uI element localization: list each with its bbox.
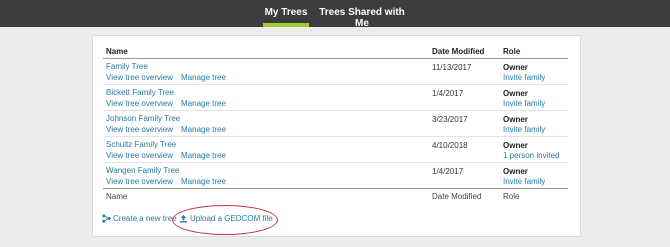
tree-name-link[interactable]: Bickett Family Tree bbox=[106, 88, 174, 97]
column-footer-date: Date Modified bbox=[432, 192, 482, 201]
column-footer-name: Name bbox=[106, 192, 128, 201]
role-label: Owner bbox=[503, 167, 528, 176]
tab-trees-shared[interactable]: Trees Shared with Me bbox=[314, 7, 410, 29]
row-divider bbox=[103, 84, 568, 85]
view-tree-overview-link[interactable]: View tree overview bbox=[106, 73, 173, 82]
column-header-name: Name bbox=[106, 47, 128, 56]
tree-name-link[interactable]: Schultz Family Tree bbox=[106, 140, 176, 149]
active-tab-indicator bbox=[263, 23, 309, 27]
row-divider bbox=[103, 110, 568, 111]
date-modified: 11/13/2017 bbox=[432, 63, 472, 72]
tree-name-link[interactable]: Johnson Family Tree bbox=[106, 114, 180, 123]
column-header-date: Date Modified bbox=[432, 47, 485, 56]
manage-tree-link[interactable]: Manage tree bbox=[181, 177, 226, 186]
view-tree-overview-link[interactable]: View tree overview bbox=[106, 99, 173, 108]
row-divider bbox=[103, 162, 568, 163]
header-divider bbox=[103, 58, 568, 59]
view-tree-overview-link[interactable]: View tree overview bbox=[106, 125, 173, 134]
footer-divider bbox=[103, 188, 568, 189]
column-footer-role: Role bbox=[503, 192, 520, 201]
date-modified: 3/23/2017 bbox=[432, 115, 468, 124]
persons-invited-link[interactable]: 1 person invited bbox=[503, 151, 559, 160]
manage-tree-link[interactable]: Manage tree bbox=[181, 151, 226, 160]
manage-tree-link[interactable]: Manage tree bbox=[181, 99, 226, 108]
invite-family-link[interactable]: Invite family bbox=[503, 99, 545, 108]
invite-family-link[interactable]: Invite family bbox=[503, 177, 545, 186]
invite-family-link[interactable]: Invite family bbox=[503, 125, 545, 134]
view-tree-overview-link[interactable]: View tree overview bbox=[106, 177, 173, 186]
role-label: Owner bbox=[503, 63, 528, 72]
column-header-role: Role bbox=[503, 47, 521, 56]
date-modified: 4/10/2018 bbox=[432, 141, 468, 150]
tree-name-link[interactable]: Family Tree bbox=[106, 62, 148, 71]
date-modified: 1/4/2017 bbox=[432, 89, 464, 98]
role-label: Owner bbox=[503, 115, 528, 124]
invite-family-link[interactable]: Invite family bbox=[503, 73, 545, 82]
date-modified: 1/4/2017 bbox=[432, 167, 464, 176]
create-new-tree-link[interactable]: Create a new tree bbox=[113, 214, 177, 223]
manage-tree-link[interactable]: Manage tree bbox=[181, 73, 226, 82]
tree-icon bbox=[102, 214, 111, 223]
row-divider bbox=[103, 136, 568, 137]
role-label: Owner bbox=[503, 89, 528, 98]
role-label: Owner bbox=[503, 141, 528, 150]
highlight-circle bbox=[172, 205, 278, 235]
manage-tree-link[interactable]: Manage tree bbox=[181, 125, 226, 134]
tree-name-link[interactable]: Wangen Family Tree bbox=[106, 166, 180, 175]
view-tree-overview-link[interactable]: View tree overview bbox=[106, 151, 173, 160]
